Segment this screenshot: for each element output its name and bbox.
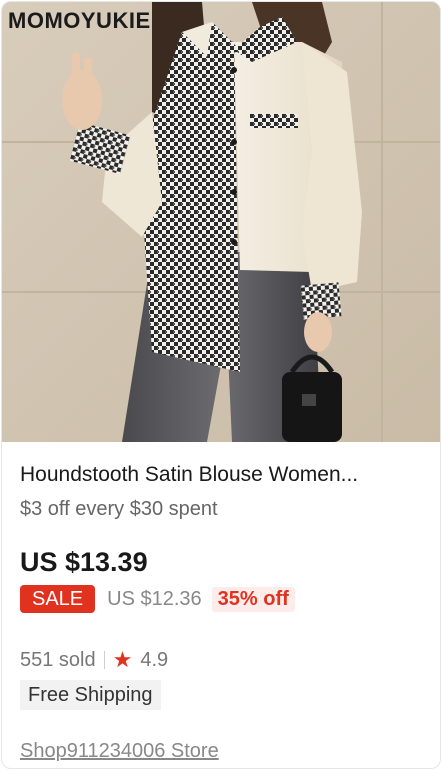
promo-text: $3 off every $30 spent — [20, 498, 218, 520]
product-info: Houndstooth Satin Blouse Women... $3 off… — [2, 462, 440, 764]
store-link[interactable]: Shop911234006 Store — [20, 738, 422, 764]
free-shipping-tag: Free Shipping — [20, 680, 161, 710]
current-price: US $13.39 — [20, 547, 148, 577]
sale-badge: SALE — [20, 585, 96, 613]
brand-watermark: MOMOYUKIE — [8, 8, 151, 33]
sold-count: 551 sold — [20, 648, 96, 671]
original-price: US $12.36 — [107, 587, 202, 610]
rating-value: 4.9 — [140, 648, 169, 671]
star-icon: ★ — [112, 647, 133, 672]
product-image[interactable]: MOMOYUKIE — [2, 2, 440, 442]
discount-badge: 35% off — [211, 586, 295, 612]
price-row: SALE US $12.36 35% off — [20, 584, 422, 614]
product-card[interactable]: MOMOYUKIE Houndstooth Satin Blouse Women… — [1, 1, 441, 769]
product-photo — [2, 2, 440, 442]
stats-divider — [103, 651, 105, 669]
stats-row: 551 sold ★ 4.9 — [20, 646, 422, 674]
product-title[interactable]: Houndstooth Satin Blouse Women... — [20, 462, 422, 488]
